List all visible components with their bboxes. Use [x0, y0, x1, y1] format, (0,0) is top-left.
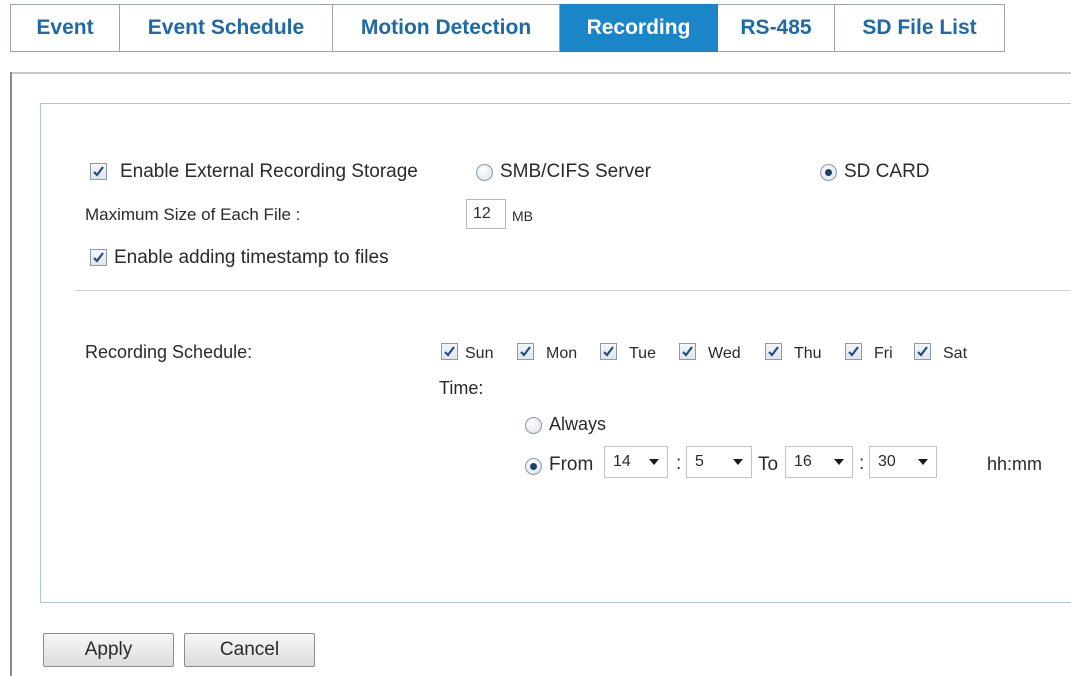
time-colon: : — [676, 453, 682, 474]
section-divider — [75, 290, 1071, 291]
chevron-down-icon — [918, 459, 928, 465]
frame-border — [10, 72, 12, 676]
tab-event-schedule[interactable]: Event Schedule — [120, 4, 333, 52]
day-fri-checkbox[interactable] — [845, 343, 862, 360]
from-minute-value: 5 — [695, 453, 704, 470]
day-wed-label: Wed — [708, 345, 741, 362]
day-thu-checkbox[interactable] — [765, 343, 782, 360]
always-label: Always — [549, 414, 607, 434]
tab-motion-detection[interactable]: Motion Detection — [333, 4, 560, 52]
day-sat-checkbox[interactable] — [914, 343, 931, 360]
tab-event[interactable]: Event — [10, 4, 120, 52]
max-file-size-unit: MB — [512, 208, 533, 224]
cancel-button[interactable]: Cancel — [184, 633, 315, 667]
chevron-down-icon — [733, 459, 743, 465]
time-label: Time: — [439, 378, 484, 398]
from-radio[interactable] — [525, 458, 542, 475]
day-mon-checkbox[interactable] — [517, 343, 534, 360]
from-minute-select[interactable]: 5 — [686, 446, 752, 478]
frame-divider — [10, 72, 1071, 74]
max-file-size-input[interactable] — [466, 199, 506, 229]
enable-timestamp-checkbox[interactable] — [90, 249, 107, 266]
to-minute-select[interactable]: 30 — [869, 446, 937, 478]
checkmark-icon — [520, 346, 531, 357]
checkmark-icon — [93, 166, 104, 177]
tab-sd-file-list[interactable]: SD File List — [835, 4, 1005, 52]
apply-button[interactable]: Apply — [43, 633, 174, 667]
day-mon-label: Mon — [546, 345, 578, 362]
day-tue-label: Tue — [629, 345, 656, 362]
tab-recording[interactable]: Recording — [560, 4, 718, 52]
enable-timestamp-label: Enable adding timestamp to files — [114, 247, 389, 268]
checkmark-icon — [603, 346, 614, 357]
from-label: From — [549, 454, 594, 475]
checkmark-icon — [917, 346, 928, 357]
to-minute-value: 30 — [878, 453, 896, 470]
from-hour-select[interactable]: 14 — [604, 446, 668, 478]
time-colon: : — [859, 453, 865, 474]
sd-card-radio[interactable] — [820, 164, 837, 181]
to-hour-select[interactable]: 16 — [785, 446, 853, 478]
radio-selected-dot — [530, 463, 537, 470]
checkmark-icon — [768, 346, 779, 357]
tab-rs-485[interactable]: RS-485 — [718, 4, 835, 52]
checkmark-icon — [93, 252, 104, 263]
to-hour-value: 16 — [794, 453, 812, 470]
smb-cifs-server-radio[interactable] — [476, 164, 493, 181]
always-radio[interactable] — [525, 417, 542, 434]
radio-selected-dot — [825, 169, 832, 176]
checkmark-icon — [848, 346, 859, 357]
sd-card-label: SD CARD — [844, 161, 930, 182]
enable-external-storage-label: Enable External Recording Storage — [120, 161, 418, 182]
day-sun-label: Sun — [465, 345, 494, 362]
time-format-label: hh:mm — [987, 454, 1043, 474]
smb-cifs-server-label: SMB/CIFS Server — [500, 161, 651, 182]
day-wed-checkbox[interactable] — [679, 343, 696, 360]
max-file-size-label: Maximum Size of Each File : — [85, 205, 301, 224]
day-sun-checkbox[interactable] — [441, 343, 458, 360]
to-label: To — [758, 454, 779, 475]
checkmark-icon — [682, 346, 693, 357]
day-fri-label: Fri — [874, 345, 893, 362]
chevron-down-icon — [649, 459, 659, 465]
day-thu-label: Thu — [794, 345, 822, 362]
tab-bar: Event Event Schedule Motion Detection Re… — [10, 4, 1005, 52]
from-hour-value: 14 — [613, 453, 631, 470]
enable-external-storage-checkbox[interactable] — [90, 163, 107, 180]
day-sat-label: Sat — [943, 345, 968, 362]
day-tue-checkbox[interactable] — [600, 343, 617, 360]
checkmark-icon — [444, 346, 455, 357]
recording-schedule-label: Recording Schedule: — [85, 342, 253, 362]
chevron-down-icon — [834, 459, 844, 465]
